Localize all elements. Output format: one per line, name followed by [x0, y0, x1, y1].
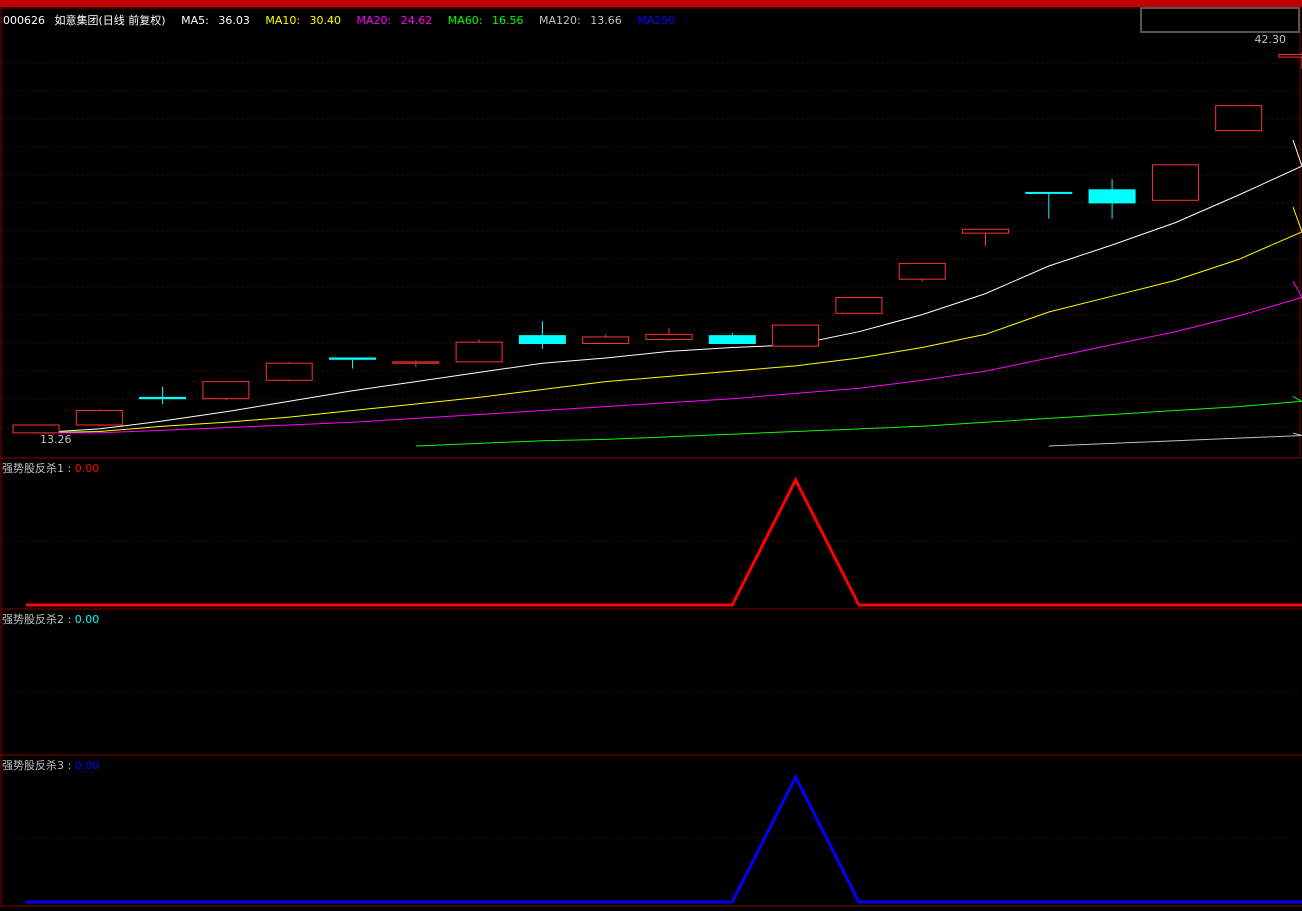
candle-body-up [898, 262, 946, 280]
ma120-line [1048, 432, 1302, 447]
candle-body-up [582, 336, 630, 345]
candle-body-down [708, 335, 756, 345]
candle-body-down [1025, 191, 1073, 194]
candle-body-up [455, 341, 503, 363]
ma20-legend: MA20: 24.62 [356, 14, 433, 27]
candle-body-up [772, 324, 820, 347]
ma60-legend: MA60: 16.56 [447, 14, 524, 27]
panel3-title: 强势股反杀3 : 0.00 [2, 759, 100, 772]
indicator-3-line [26, 773, 1302, 904]
candle-body-up [1278, 53, 1302, 58]
chart-header: 000626 如意集团(日线 前复权) MA5: 36.03 MA10: 30.… [3, 12, 701, 28]
candle-body-up [1151, 164, 1199, 201]
ma5-legend: MA5: 36.03 [181, 14, 250, 27]
low-price-label: 13.26 [40, 433, 72, 446]
stock-title: 000626 如意集团(日线 前复权) [3, 14, 166, 27]
chart-canvas [0, 7, 1302, 907]
candle-body-up [962, 228, 1009, 234]
overview-thumbnail[interactable] [1140, 7, 1300, 33]
candle-body-up [392, 361, 440, 364]
high-price-label: 42.30 [1254, 33, 1287, 46]
candle-body-down [1088, 189, 1136, 204]
ma250-legend: MA250 - [637, 14, 689, 27]
panel2-title: 强势股反杀2 : 0.00 [2, 613, 100, 626]
candle-body-up [265, 362, 313, 381]
candle-body-up [1215, 105, 1263, 132]
candle-body-down [518, 335, 566, 345]
ma20-line [36, 280, 1302, 434]
candle-body-up [12, 424, 60, 434]
ma60-line [415, 396, 1302, 447]
candle-body-up [75, 410, 123, 426]
candle-body-down [329, 357, 376, 360]
main-panel-border [0, 7, 1301, 459]
panel1-title: 强势股反杀1 : 0.00 [2, 462, 100, 475]
candle-body-up [835, 297, 883, 314]
candle-body-down [139, 396, 187, 400]
candle-body-up [202, 381, 250, 400]
indicator-1-line [26, 476, 1302, 607]
candle-body-up [645, 333, 693, 341]
ma120-legend: MA120: 13.66 [538, 14, 622, 27]
ma10-legend: MA10: 30.40 [265, 14, 342, 27]
